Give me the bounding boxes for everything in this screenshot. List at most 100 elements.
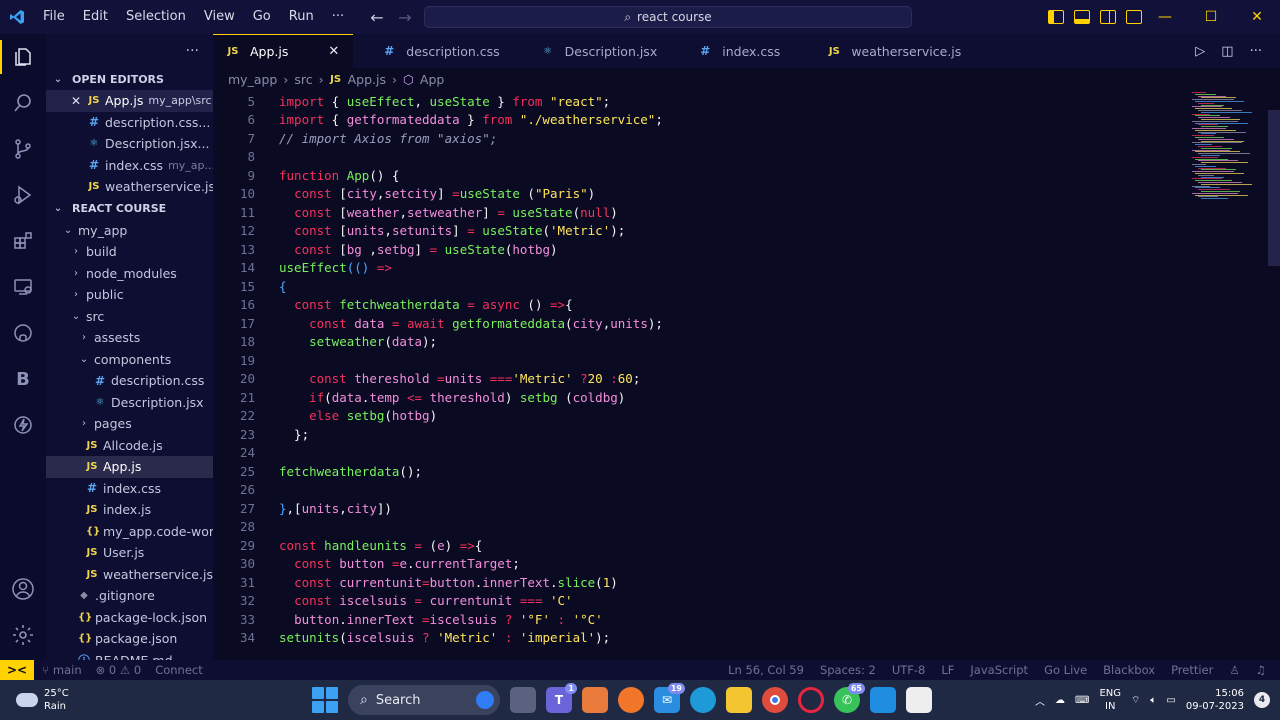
breadcrumb-symbol[interactable]: App bbox=[420, 72, 444, 87]
minimize-button[interactable]: — bbox=[1142, 0, 1188, 34]
tab-app-js[interactable]: JS App.js ✕ bbox=[213, 34, 354, 68]
language-mode[interactable]: JavaScript bbox=[970, 663, 1028, 677]
code-line[interactable]: 32 const iscelsuis = currentunit === 'C' bbox=[213, 592, 1188, 611]
cursor-position[interactable]: Ln 56, Col 59 bbox=[728, 663, 804, 677]
code-line[interactable]: 29 const handleunits = (e) =>{ bbox=[213, 536, 1188, 555]
open-editor-item[interactable]: JS weatherservice.js... bbox=[46, 176, 213, 198]
thunder-client-icon[interactable] bbox=[0, 402, 46, 448]
code-editor[interactable]: 5 import { useEffect, useState } from "re… bbox=[213, 92, 1188, 660]
tree-folder[interactable]: ⌄ components bbox=[46, 349, 213, 371]
breadcrumb-file[interactable]: App.js bbox=[348, 72, 386, 87]
tree-file[interactable]: ◆ .gitignore bbox=[46, 585, 213, 607]
encoding[interactable]: UTF-8 bbox=[892, 663, 926, 677]
accounts-icon[interactable]: ♙ bbox=[1229, 663, 1239, 677]
menu-file[interactable]: File bbox=[34, 0, 74, 34]
blackbox-status[interactable]: Blackbox bbox=[1103, 663, 1155, 677]
open-editor-item[interactable]: ✕ JS App.js my_app\src bbox=[46, 90, 213, 112]
code-line[interactable]: 8 bbox=[213, 148, 1188, 167]
more-actions-icon[interactable]: ··· bbox=[1250, 44, 1262, 59]
battery-icon[interactable]: ▭ bbox=[1166, 695, 1175, 706]
code-line[interactable]: 6 import { getformateddata } from "./weat… bbox=[213, 111, 1188, 130]
remote-explorer-icon[interactable] bbox=[0, 264, 46, 310]
code-line[interactable]: 15 { bbox=[213, 277, 1188, 296]
editor-scrollbar[interactable] bbox=[1268, 110, 1280, 266]
code-line[interactable]: 20 const thereshold =units ==='Metric' ?… bbox=[213, 370, 1188, 389]
close-window-button[interactable]: ✕ bbox=[1234, 0, 1280, 34]
code-line[interactable]: 25 fetchweatherdata(); bbox=[213, 462, 1188, 481]
code-line[interactable]: 24 bbox=[213, 444, 1188, 463]
tree-file[interactable]: # description.css bbox=[46, 370, 213, 392]
tree-file[interactable]: {} package-lock.json bbox=[46, 607, 213, 629]
forward-arrow-icon[interactable]: → bbox=[396, 8, 414, 27]
open-editors-header[interactable]: ⌄ OPEN EDITORS bbox=[46, 68, 213, 90]
toggle-secondary-sidebar-icon[interactable] bbox=[1100, 10, 1116, 24]
minimap[interactable] bbox=[1188, 90, 1268, 660]
tree-file[interactable]: JS weatherservice.js bbox=[46, 564, 213, 586]
breadcrumb-folder[interactable]: src bbox=[294, 72, 312, 87]
code-line[interactable]: 33 button.innerText =iscelsuis ? '°F' : … bbox=[213, 610, 1188, 629]
explorer-icon[interactable] bbox=[0, 34, 46, 80]
code-line[interactable]: 7 // import Axios from "axios"; bbox=[213, 129, 1188, 148]
notification-count[interactable]: 4 bbox=[1254, 692, 1270, 708]
tab-weatherservice-js[interactable]: JS weatherservice.js bbox=[810, 34, 988, 68]
open-editor-item[interactable]: ⚛ Description.jsx... bbox=[46, 133, 213, 155]
menu-run[interactable]: Run bbox=[280, 0, 323, 34]
code-line[interactable]: 16 const fetchweatherdata = async () =>{ bbox=[213, 296, 1188, 315]
code-line[interactable]: 5 import { useEffect, useState } from "re… bbox=[213, 92, 1188, 111]
wifi-icon[interactable]: ⌔ bbox=[1131, 694, 1140, 707]
tree-file[interactable]: # index.css bbox=[46, 478, 213, 500]
extensions-icon[interactable] bbox=[0, 218, 46, 264]
split-editor-icon[interactable]: ◫ bbox=[1221, 44, 1233, 59]
file-explorer-icon[interactable] bbox=[726, 687, 752, 713]
code-line[interactable]: 22 else setbg(hotbg) bbox=[213, 407, 1188, 426]
task-view-icon[interactable] bbox=[510, 687, 536, 713]
code-line[interactable]: 26 bbox=[213, 481, 1188, 500]
source-control-icon[interactable] bbox=[0, 126, 46, 172]
app-icon[interactable] bbox=[906, 687, 932, 713]
tree-file[interactable]: JS User.js bbox=[46, 542, 213, 564]
chrome-icon[interactable] bbox=[762, 687, 788, 713]
open-editor-item[interactable]: # description.css... bbox=[46, 112, 213, 134]
run-code-icon[interactable]: ▷ bbox=[1195, 44, 1205, 59]
menu-more[interactable]: ··· bbox=[323, 0, 353, 34]
blackbox-icon[interactable]: B bbox=[0, 356, 46, 402]
clock[interactable]: 15:06 09-07-2023 bbox=[1186, 687, 1244, 713]
breadcrumb-folder[interactable]: my_app bbox=[228, 72, 277, 87]
onedrive-icon[interactable]: ☁ bbox=[1055, 695, 1065, 706]
weather-widget[interactable]: 25°C Rain bbox=[0, 687, 200, 713]
tree-folder[interactable]: › build bbox=[46, 241, 213, 263]
code-line[interactable]: 30 const button =e.currentTarget; bbox=[213, 555, 1188, 574]
menu-edit[interactable]: Edit bbox=[74, 0, 117, 34]
code-line[interactable]: 28 bbox=[213, 518, 1188, 537]
open-editor-item[interactable]: # index.css my_ap... bbox=[46, 155, 213, 177]
tree-file[interactable]: ⚛ Description.jsx bbox=[46, 392, 213, 414]
tree-file[interactable]: JS App.js bbox=[46, 456, 213, 478]
tab-description-jsx[interactable]: ⚛ Description.jsx bbox=[523, 34, 682, 68]
code-line[interactable]: 10 const [city,setcity] =useState ("Pari… bbox=[213, 185, 1188, 204]
code-line[interactable]: 14 useEffect(() => bbox=[213, 259, 1188, 278]
taskbar-search[interactable]: ⌕ Search bbox=[348, 685, 500, 715]
edge-icon[interactable] bbox=[690, 687, 716, 713]
code-line[interactable]: 21 if(data.temp <= thereshold) setbg (co… bbox=[213, 388, 1188, 407]
code-line[interactable]: 11 const [weather,setweather] = useState… bbox=[213, 203, 1188, 222]
tab-description-css[interactable]: # description.css bbox=[353, 34, 524, 68]
close-icon[interactable]: ✕ bbox=[70, 94, 82, 108]
code-line[interactable]: 19 bbox=[213, 351, 1188, 370]
chevron-up-icon[interactable]: ︿ bbox=[1035, 693, 1045, 708]
toggle-primary-sidebar-icon[interactable] bbox=[1048, 10, 1064, 24]
whatsapp-icon[interactable]: ✆ 65 bbox=[834, 683, 865, 713]
code-line[interactable]: 34 setunits(iscelsuis ? 'Metric' : 'imper… bbox=[213, 629, 1188, 648]
code-line[interactable]: 31 const currentunit=button.innerText.sl… bbox=[213, 573, 1188, 592]
firefox-icon[interactable] bbox=[618, 687, 644, 713]
menu-selection[interactable]: Selection bbox=[117, 0, 195, 34]
tree-file[interactable]: ⓘ README.md bbox=[46, 650, 213, 660]
code-line[interactable]: 23 }; bbox=[213, 425, 1188, 444]
prettier-status[interactable]: Prettier bbox=[1171, 663, 1213, 677]
tree-file[interactable]: {} package.json bbox=[46, 628, 213, 650]
maximize-button[interactable]: ☐ bbox=[1188, 0, 1234, 34]
line-ending[interactable]: LF bbox=[941, 663, 954, 677]
language-indicator[interactable]: ENG IN bbox=[1099, 687, 1121, 713]
tree-folder[interactable]: › public bbox=[46, 284, 213, 306]
remote-indicator[interactable]: >< bbox=[0, 660, 34, 680]
project-header[interactable]: ⌄ REACT COURSE bbox=[46, 198, 213, 220]
